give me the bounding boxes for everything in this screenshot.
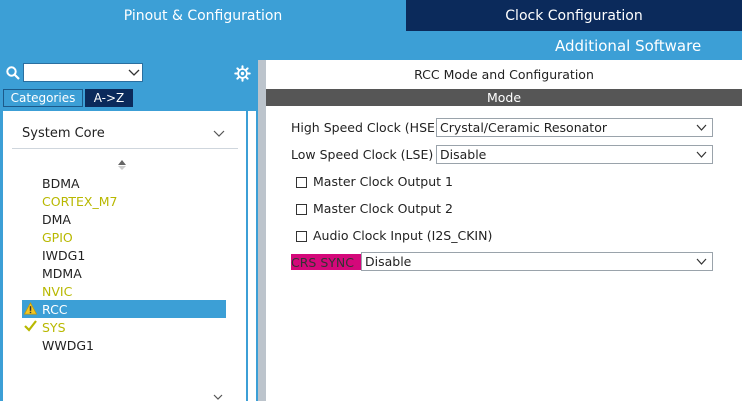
panel-title: RCC Mode and Configuration xyxy=(414,66,594,82)
lse-value: Disable xyxy=(440,147,487,162)
divider xyxy=(12,148,238,149)
mco2-label: Master Clock Output 2 xyxy=(313,201,453,216)
list-item-bdma[interactable]: BDMA xyxy=(42,176,80,191)
chevron-down-icon[interactable] xyxy=(128,66,140,78)
tab-a-to-z[interactable]: A->Z xyxy=(85,89,133,107)
audio-clock-checkbox[interactable] xyxy=(296,231,307,242)
group-system-core[interactable]: System Core xyxy=(22,126,105,141)
search-icon[interactable] xyxy=(6,66,20,80)
list-item-iwdg1[interactable]: IWDG1 xyxy=(42,248,85,263)
list-item-cortex-m7[interactable]: CORTEX_M7 xyxy=(42,194,117,209)
tree-scrollbar[interactable] xyxy=(248,111,256,401)
warning-icon xyxy=(24,302,37,315)
search-input[interactable] xyxy=(23,63,143,82)
chevron-down-icon[interactable] xyxy=(213,129,225,139)
crs-sync-label: CRS SYNC xyxy=(291,254,361,270)
list-item-gpio[interactable]: GPIO xyxy=(42,230,73,245)
category-tree xyxy=(3,111,246,401)
list-item-nvic[interactable]: NVIC xyxy=(42,284,72,299)
list-item-rcc[interactable]: RCC xyxy=(42,302,68,317)
chevron-down-icon[interactable] xyxy=(213,393,223,401)
tab-categories[interactable]: Categories xyxy=(3,89,83,107)
list-item-dma[interactable]: DMA xyxy=(42,212,71,227)
gear-icon[interactable] xyxy=(234,65,251,82)
tab-pinout-configuration[interactable]: Pinout & Configuration xyxy=(0,0,406,31)
hse-value: Crystal/Ceramic Resonator xyxy=(440,120,607,135)
audio-clock-label: Audio Clock Input (I2S_CKIN) xyxy=(313,228,493,243)
list-item-sys[interactable]: SYS xyxy=(42,320,66,335)
chevron-down-icon xyxy=(696,124,707,131)
mode-section-header[interactable]: Mode xyxy=(266,89,742,106)
crs-sync-value: Disable xyxy=(365,254,412,269)
list-item-wwdg1[interactable]: WWDG1 xyxy=(42,338,94,353)
tab-clock-configuration[interactable]: Clock Configuration xyxy=(406,0,742,31)
list-item-mdma[interactable]: MDMA xyxy=(42,266,82,281)
mco1-label: Master Clock Output 1 xyxy=(313,174,453,189)
chevron-down-icon xyxy=(696,258,707,265)
lse-label: Low Speed Clock (LSE) xyxy=(291,147,434,162)
hse-select[interactable]: Crystal/Ceramic Resonator xyxy=(436,118,713,137)
hse-label: High Speed Clock (HSE) xyxy=(291,120,440,135)
sort-icon[interactable] xyxy=(117,158,127,172)
check-icon xyxy=(24,320,37,332)
mco2-checkbox[interactable] xyxy=(296,204,307,215)
mco1-checkbox[interactable] xyxy=(296,177,307,188)
crs-sync-select[interactable]: Disable xyxy=(361,252,713,271)
panel-splitter[interactable] xyxy=(258,60,266,401)
chevron-down-icon xyxy=(696,151,707,158)
lse-select[interactable]: Disable xyxy=(436,145,713,164)
tab-additional-software[interactable]: Additional Software xyxy=(555,31,701,60)
